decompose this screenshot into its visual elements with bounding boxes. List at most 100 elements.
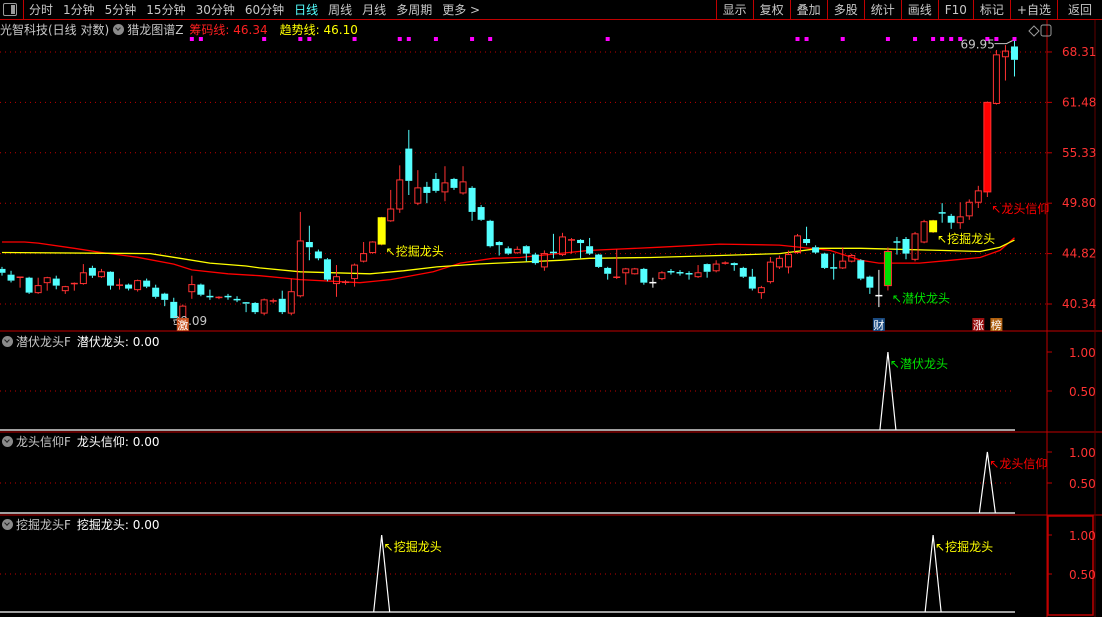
stock-title: 光智科技(日线 对数) xyxy=(0,22,110,37)
tab-period[interactable]: 周线 xyxy=(323,1,357,18)
signal-dot xyxy=(198,37,203,41)
sidebar-toggle-icon[interactable] xyxy=(3,3,17,16)
sub-panel-title: 龙头信仰F xyxy=(16,435,71,449)
candle xyxy=(694,265,702,278)
tab-period[interactable]: 更多 > xyxy=(437,1,485,18)
candle xyxy=(486,219,494,248)
event-badge-label: 财 xyxy=(873,318,884,332)
period-tabs: 分时 1分钟 5分钟 15分钟 30分钟 60分钟 日线 周线 月线 多周期 更多 > xyxy=(24,1,485,18)
signal-dot xyxy=(352,37,357,41)
candle xyxy=(61,285,69,294)
signal-dot xyxy=(804,37,809,41)
sub-panel-title: 潜伏龙头F xyxy=(16,335,71,349)
price-tick-label: 49.80 xyxy=(1062,196,1096,210)
chevron-down-icon[interactable] xyxy=(2,436,13,447)
candle xyxy=(595,253,603,268)
signal-tick-label: 1.00 xyxy=(1069,346,1096,360)
signal-dot xyxy=(605,37,610,41)
high-price-pointer xyxy=(994,40,1013,45)
diamond-icon[interactable] xyxy=(1028,25,1040,37)
price-tick-label: 44.82 xyxy=(1062,247,1096,261)
sub-panel-value: 龙头信仰: 0.00 xyxy=(76,435,160,449)
signal-dot xyxy=(994,37,999,41)
signal-dot xyxy=(470,37,475,41)
signal-dot xyxy=(885,37,890,41)
tab-period[interactable]: 多周期 xyxy=(391,1,437,18)
signal-dot xyxy=(406,37,411,41)
candle xyxy=(351,263,359,287)
chevron-down-icon[interactable] xyxy=(2,336,13,347)
tab-period[interactable]: 1分钟 xyxy=(58,1,100,18)
candle xyxy=(577,239,585,259)
toolbar-button[interactable]: F10 xyxy=(937,0,973,20)
panel-toggle-icon[interactable] xyxy=(1040,24,1052,37)
candle xyxy=(16,276,24,288)
tab-period[interactable]: 日线 xyxy=(289,1,323,18)
candle xyxy=(296,211,304,298)
candle xyxy=(206,289,214,300)
candle xyxy=(757,285,765,299)
candle xyxy=(34,277,42,294)
tab-period[interactable]: 30分钟 xyxy=(191,1,240,18)
latent-dragon-label: ↖潜伏龙头 xyxy=(892,291,950,305)
candle xyxy=(974,185,982,209)
candle xyxy=(938,203,946,223)
candle xyxy=(748,268,756,291)
candle xyxy=(360,242,368,263)
candle xyxy=(911,231,919,262)
sub-panel-title: 挖掘龙头F xyxy=(16,518,71,532)
candle xyxy=(287,278,295,316)
candle xyxy=(875,269,883,308)
candle xyxy=(604,266,612,280)
toolbar-button[interactable]: 画线 xyxy=(900,0,938,20)
candle xyxy=(432,173,440,193)
candle xyxy=(88,265,96,278)
candle xyxy=(649,277,657,288)
signal-tick-label: 0.50 xyxy=(1069,568,1096,582)
candle xyxy=(947,213,955,229)
candle xyxy=(766,257,774,284)
candle xyxy=(242,302,250,313)
signal-tick-label: 0.50 xyxy=(1069,385,1096,399)
candle xyxy=(513,246,521,254)
tab-period[interactable]: 5分钟 xyxy=(100,1,142,18)
toolbar-buttons: 显示 复权 叠加 多股 统计 画线 F10 标记 +自选 返回 xyxy=(715,0,1102,20)
sub-panel-header-latent: 潜伏龙头F 潜伏龙头: 0.00 xyxy=(0,333,159,350)
candle xyxy=(459,166,467,195)
toolbar-button[interactable]: 多股 xyxy=(826,0,864,20)
signal-dot xyxy=(433,37,438,41)
toolbar-button[interactable]: 叠加 xyxy=(789,0,827,20)
dragon-faith-label: ↖龙头信仰 xyxy=(991,201,1049,216)
toolbar-button[interactable]: 标记 xyxy=(972,0,1010,20)
candle xyxy=(893,236,901,255)
toolbar-button[interactable]: 显示 xyxy=(715,0,753,20)
tab-period[interactable]: 月线 xyxy=(357,1,391,18)
indicator-name[interactable]: 猎龙图谱Z xyxy=(127,21,183,38)
chart-canvas[interactable]: 40.3444.8249.8055.3361.4868.3169.9539.09… xyxy=(0,0,1102,617)
chevron-down-icon[interactable] xyxy=(113,23,125,35)
chevron-down-icon[interactable] xyxy=(2,519,13,530)
signal-tick-label: 1.00 xyxy=(1069,529,1096,543)
candle xyxy=(992,49,1000,105)
candle xyxy=(812,245,820,254)
trend-line-value: 趋势线: 46.10 xyxy=(279,22,358,37)
tab-period[interactable]: 60分钟 xyxy=(240,1,289,18)
candle xyxy=(314,249,322,261)
candle xyxy=(25,276,33,294)
toolbar-button[interactable]: 复权 xyxy=(752,0,790,20)
toolbar-button[interactable]: 返回 xyxy=(1056,0,1102,20)
candle xyxy=(369,241,377,254)
toolbar-button[interactable]: +自选 xyxy=(1009,0,1057,20)
candle xyxy=(676,270,684,276)
candle xyxy=(43,276,51,291)
toolbar-button[interactable]: 统计 xyxy=(863,0,901,20)
tab-period[interactable]: 15分钟 xyxy=(141,1,190,18)
signal-dot xyxy=(1012,37,1017,41)
signal-dot xyxy=(298,37,303,41)
candle xyxy=(730,262,738,271)
candle xyxy=(441,166,449,202)
candle xyxy=(116,278,124,290)
candle xyxy=(568,238,576,254)
tab-period[interactable]: 分时 xyxy=(24,1,58,18)
candle xyxy=(703,263,711,278)
